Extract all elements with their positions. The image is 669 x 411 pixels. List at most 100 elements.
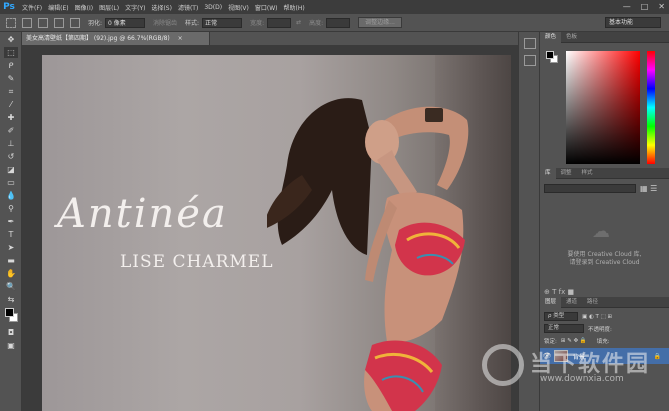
eraser-tool-icon[interactable]: ◪ bbox=[4, 164, 18, 175]
add-graphic-icon[interactable]: ⊕ bbox=[544, 288, 550, 296]
color-foreground-swatch[interactable] bbox=[546, 51, 554, 59]
height-input[interactable] bbox=[326, 17, 351, 28]
lock-icon: 🔒 bbox=[653, 352, 661, 360]
menu-filter[interactable]: 滤镜(T) bbox=[178, 3, 198, 12]
menu-image[interactable]: 图像(I) bbox=[75, 3, 93, 12]
workspace-select[interactable]: 基本功能 bbox=[605, 17, 661, 28]
menu-select[interactable]: 选择(S) bbox=[151, 3, 172, 12]
new-selection-icon[interactable] bbox=[22, 17, 32, 28]
color-swatches[interactable] bbox=[4, 307, 18, 325]
close-document-icon[interactable]: × bbox=[178, 35, 183, 42]
quick-mask-icon[interactable]: ◘ bbox=[4, 327, 18, 338]
add-fx-icon[interactable]: fx bbox=[559, 288, 566, 296]
cc-login-message-line2: 请登录到 Creative Cloud bbox=[569, 259, 640, 266]
lock-row: 锁定: ⊞ ✎ ✥ 🔒 填充: bbox=[544, 336, 610, 345]
menu-edit[interactable]: 编辑(E) bbox=[48, 3, 68, 12]
tab-libraries[interactable]: 库 bbox=[540, 167, 556, 179]
history-brush-tool-icon[interactable]: ↺ bbox=[4, 151, 18, 162]
feather-input[interactable]: 0 像素 bbox=[105, 17, 146, 28]
screen-mode-icon[interactable]: ▣ bbox=[4, 340, 18, 351]
menu-file[interactable]: 文件(F) bbox=[22, 3, 42, 12]
pen-tool-icon[interactable]: ✒ bbox=[4, 216, 18, 227]
swap-colors-icon[interactable]: ⇆ bbox=[4, 294, 18, 305]
foreground-color-swatch[interactable] bbox=[5, 308, 14, 317]
lock-icons[interactable]: ⊞ ✎ ✥ 🔒 bbox=[561, 338, 587, 344]
tab-paths[interactable]: 路径 bbox=[582, 297, 603, 308]
width-label: 宽度: bbox=[250, 20, 265, 27]
menu-bar: Ps 文件(F) 编辑(E) 图像(I) 图层(L) 文字(Y) 选择(S) 滤… bbox=[0, 0, 669, 14]
maximize-button[interactable]: □ bbox=[641, 2, 649, 11]
close-window-button[interactable]: ✕ bbox=[658, 2, 665, 11]
brand-name-text: LISE CHARMEL bbox=[120, 252, 274, 272]
creative-cloud-icon: ☁ bbox=[592, 221, 610, 242]
properties-panel-icon[interactable] bbox=[524, 55, 536, 66]
menu-type[interactable]: 文字(Y) bbox=[125, 3, 145, 12]
brush-tool-icon[interactable]: ✐ bbox=[4, 125, 18, 136]
type-tool-icon[interactable]: T bbox=[4, 229, 18, 240]
color-picker-field[interactable] bbox=[566, 51, 640, 164]
refine-edge-button[interactable]: 调整边缘... bbox=[358, 17, 402, 28]
history-panel-icon[interactable] bbox=[524, 38, 536, 49]
lasso-tool-icon[interactable]: ᑭ bbox=[4, 60, 18, 71]
layer-row-background[interactable]: 👁 背景 🔒 bbox=[540, 348, 669, 364]
document-image: Antinéa LISE CHARMEL bbox=[42, 55, 511, 411]
library-select[interactable] bbox=[544, 184, 636, 193]
healing-brush-tool-icon[interactable]: ✚ bbox=[4, 112, 18, 123]
add-text-icon[interactable]: T bbox=[552, 288, 556, 296]
style-label: 样式: bbox=[185, 20, 200, 27]
window-controls: — □ ✕ bbox=[623, 2, 665, 11]
intersect-selection-icon[interactable] bbox=[70, 17, 80, 28]
eye-icon[interactable]: 👁 bbox=[540, 352, 554, 360]
menu-help[interactable]: 帮助(H) bbox=[284, 3, 305, 12]
layer-thumbnail bbox=[554, 350, 568, 362]
feather-label: 羽化: bbox=[88, 20, 103, 27]
add-selection-icon[interactable] bbox=[38, 17, 48, 28]
grid-view-icon[interactable]: ▦ ☰ bbox=[640, 184, 657, 193]
tab-channels[interactable]: 通道 bbox=[561, 297, 582, 308]
zoom-tool-icon[interactable]: 🔍 bbox=[4, 281, 18, 292]
lock-label: 锁定: bbox=[544, 338, 557, 345]
layers-panel: ρ 类型 ▣ ◐ T ⬚ ⊞ 正常 不透明度: 锁定: ⊞ ✎ ✥ 🔒 填充: … bbox=[540, 308, 669, 411]
style-select[interactable]: 正常 bbox=[202, 17, 243, 28]
panel-icon-strip bbox=[518, 32, 540, 411]
eyedropper-tool-icon[interactable]: ⁄ bbox=[4, 99, 18, 110]
tab-layers[interactable]: 图层 bbox=[540, 296, 562, 308]
swap-icon[interactable]: ⇄ bbox=[296, 19, 301, 26]
move-tool-icon[interactable]: ✥ bbox=[4, 34, 18, 45]
add-color-icon[interactable]: ■ bbox=[567, 288, 574, 296]
tab-adjustments[interactable]: 调整 bbox=[556, 168, 577, 179]
filter-icons[interactable]: ▣ ◐ T ⬚ ⊞ bbox=[582, 314, 612, 320]
menu-window[interactable]: 窗口(W) bbox=[255, 3, 278, 12]
gradient-tool-icon[interactable]: ▭ bbox=[4, 177, 18, 188]
marquee-preset-icon[interactable] bbox=[6, 17, 16, 28]
opacity-label: 不透明度: bbox=[588, 326, 612, 333]
menu-view[interactable]: 视图(V) bbox=[228, 3, 249, 12]
path-select-tool-icon[interactable]: ➤ bbox=[4, 242, 18, 253]
document-tab[interactable]: 美女高清壁纸【第四期】 (92).jpg @ 66.7%(RGB/8) × bbox=[22, 32, 210, 45]
library-footer-icons: ⊕ T fx ■ bbox=[544, 288, 574, 296]
tab-color[interactable]: 颜色 bbox=[540, 31, 562, 43]
menu-layer[interactable]: 图层(L) bbox=[99, 3, 119, 12]
blend-row: 正常 不透明度: bbox=[544, 324, 612, 333]
minimize-button[interactable]: — bbox=[623, 2, 631, 11]
menu-3d[interactable]: 3D(D) bbox=[204, 4, 222, 11]
marquee-tool-icon[interactable]: ⬚ bbox=[4, 47, 18, 58]
tools-panel: ✥ ⬚ ᑭ ✎ ⌗ ⁄ ✚ ✐ ⊥ ↺ ◪ ▭ 💧 ⚲ ✒ T ➤ ▬ ✋ 🔍 … bbox=[0, 32, 22, 411]
rectangle-tool-icon[interactable]: ▬ bbox=[4, 255, 18, 266]
hue-slider[interactable] bbox=[647, 51, 655, 164]
dodge-tool-icon[interactable]: ⚲ bbox=[4, 203, 18, 214]
tab-styles[interactable]: 样式 bbox=[577, 168, 598, 179]
blur-tool-icon[interactable]: 💧 bbox=[4, 190, 18, 201]
crop-tool-icon[interactable]: ⌗ bbox=[4, 86, 18, 97]
layer-kind-filter[interactable]: ρ 类型 bbox=[544, 312, 578, 321]
layer-name: 背景 bbox=[573, 353, 586, 361]
canvas-area[interactable]: Antinéa LISE CHARMEL bbox=[22, 45, 518, 411]
quick-select-tool-icon[interactable]: ✎ bbox=[4, 73, 18, 84]
blend-mode-select[interactable]: 正常 bbox=[544, 324, 584, 333]
hand-tool-icon[interactable]: ✋ bbox=[4, 268, 18, 279]
antialias-checkbox[interactable]: 消除锯齿 bbox=[153, 18, 177, 27]
tab-swatches[interactable]: 色板 bbox=[561, 32, 582, 43]
subtract-selection-icon[interactable] bbox=[54, 17, 64, 28]
clone-stamp-tool-icon[interactable]: ⊥ bbox=[4, 138, 18, 149]
width-input[interactable] bbox=[267, 17, 292, 28]
